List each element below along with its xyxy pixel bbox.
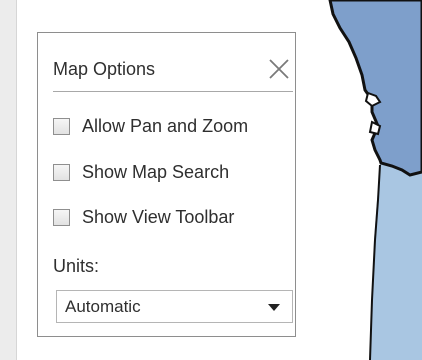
show-view-toolbar-checkbox[interactable]: [53, 208, 70, 226]
panel-header: Map Options: [53, 47, 293, 92]
units-label: Units:: [53, 256, 100, 276]
option-label: Show View Toolbar: [82, 206, 235, 227]
close-icon[interactable]: [267, 57, 291, 81]
allow-pan-zoom-option[interactable]: Allow Pan and Zoom: [53, 111, 293, 141]
panel-title: Map Options: [53, 59, 156, 79]
units-select-value: Automatic: [65, 297, 141, 316]
water-region-dark: [328, 0, 422, 177]
map-options-panel: Map Options Allow Pan and Zoom Show Map …: [37, 32, 296, 337]
allow-pan-zoom-checkbox[interactable]: [53, 117, 70, 135]
option-label: Allow Pan and Zoom: [82, 115, 249, 136]
chevron-down-icon: [268, 304, 280, 311]
show-map-search-option[interactable]: Show Map Search: [53, 157, 293, 187]
show-map-search-checkbox[interactable]: [53, 163, 70, 181]
option-label: Show Map Search: [82, 161, 230, 182]
show-view-toolbar-option[interactable]: Show View Toolbar: [53, 202, 293, 232]
units-select[interactable]: Automatic: [56, 290, 293, 323]
